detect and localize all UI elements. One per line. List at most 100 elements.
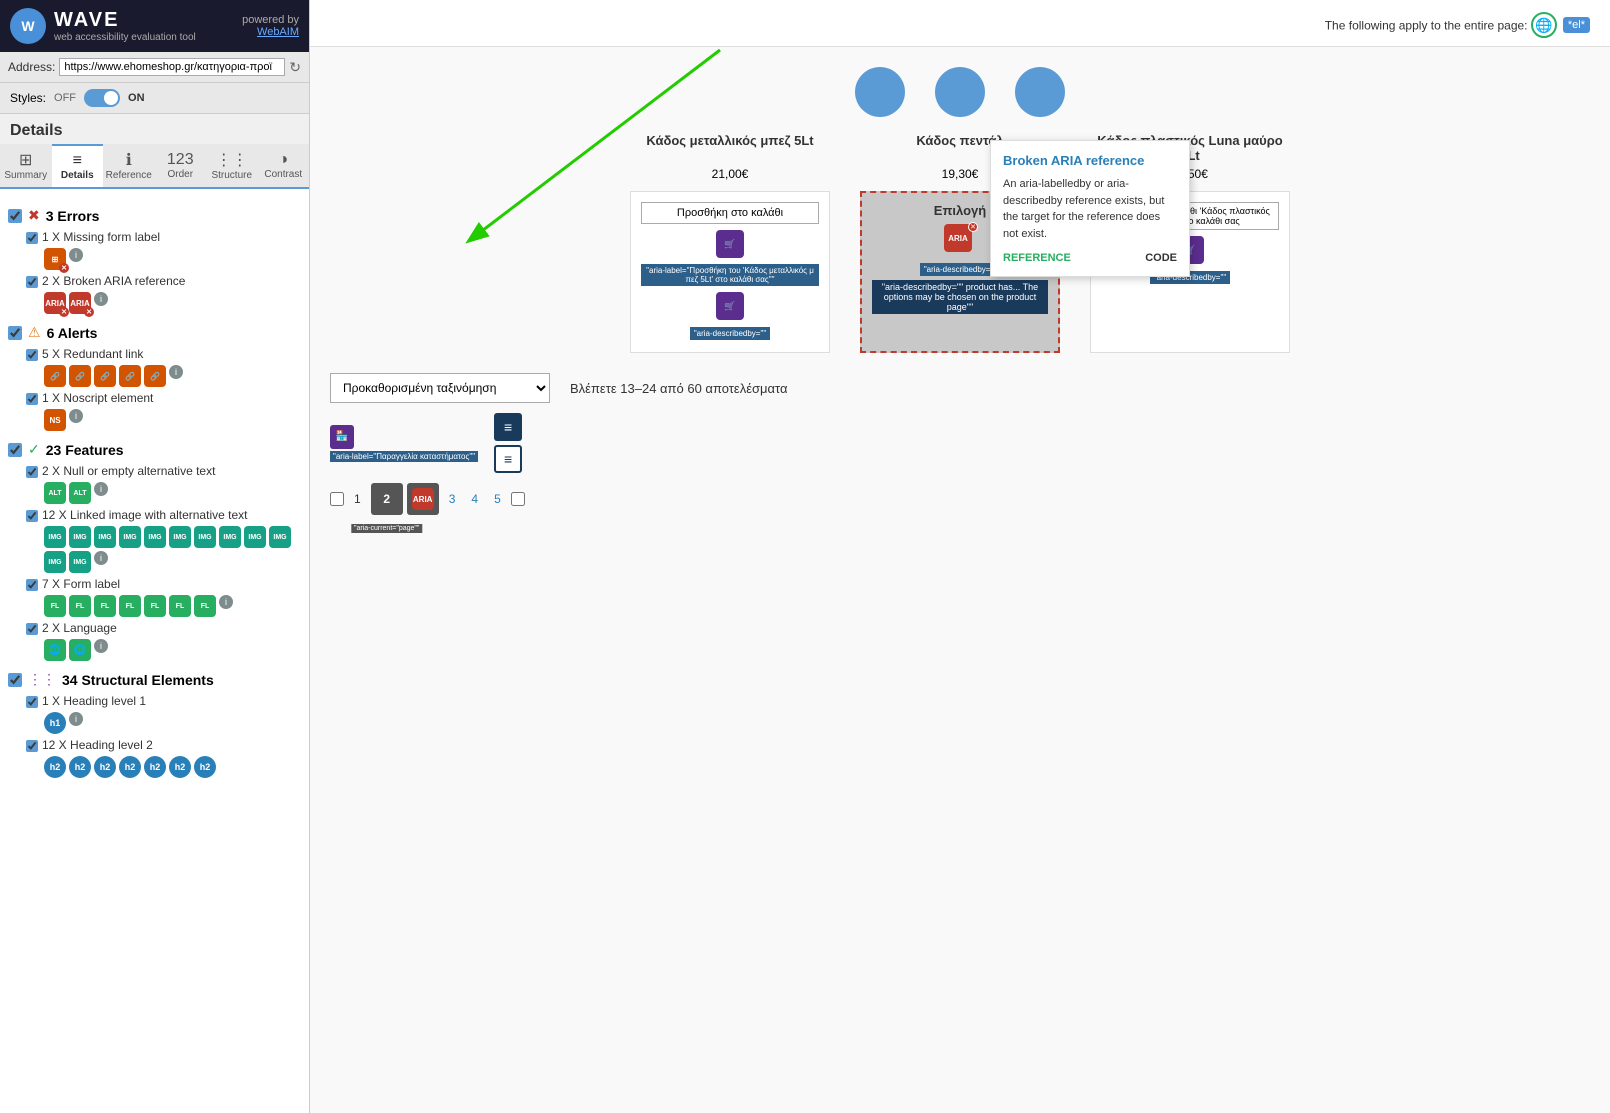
errors-checkbox[interactable] <box>8 209 22 223</box>
broken-aria-checkbox[interactable] <box>26 276 38 288</box>
tab-order[interactable]: 123 Order <box>155 144 207 187</box>
styles-label: Styles: <box>10 91 46 105</box>
webAIM-link[interactable]: WebAIM <box>257 26 299 38</box>
add-to-cart-btn-1[interactable]: Προσθήκη στο καλάθι <box>641 202 819 224</box>
rl-icon-1[interactable]: 🔗 <box>44 365 66 387</box>
h2-icon-1[interactable]: h2 <box>44 756 66 778</box>
list-icon-filled[interactable]: ≡ <box>494 413 522 441</box>
next-page-checkbox[interactable] <box>511 492 525 506</box>
wave-header: W WAVE web accessibility evaluation tool… <box>0 0 309 52</box>
li-icon-11[interactable]: IMG <box>44 551 66 573</box>
info-icon-fl[interactable]: i <box>219 595 233 609</box>
info-icon-h1[interactable]: i <box>69 712 83 726</box>
aria-icon-1[interactable]: ARIA✕ <box>44 292 66 314</box>
info-icon-noscript[interactable]: i <box>69 409 83 423</box>
thumb-circle-3 <box>1015 67 1065 117</box>
info-icon-missing[interactable]: i <box>69 248 83 262</box>
fl-icon-7[interactable]: FL <box>194 595 216 617</box>
styles-toggle[interactable] <box>84 89 120 107</box>
li-icon-6[interactable]: IMG <box>169 526 191 548</box>
tab-details[interactable]: ≡ Details <box>52 144 104 187</box>
h2-checkbox[interactable] <box>26 740 38 752</box>
li-icon-7[interactable]: IMG <box>194 526 216 548</box>
refresh-button[interactable]: ↻ <box>289 59 301 76</box>
rl-icon-3[interactable]: 🔗 <box>94 365 116 387</box>
form-icon[interactable]: ⊞✕ <box>44 248 66 270</box>
store-order-group: 🏪 "aria-label="Παραγγελία καταστήματος"" <box>330 425 478 462</box>
li-icon-9[interactable]: IMG <box>244 526 266 548</box>
noscript-checkbox[interactable] <box>26 393 38 405</box>
h2-icon-2[interactable]: h2 <box>69 756 91 778</box>
features-checkbox[interactable] <box>8 443 22 457</box>
rl-icon-5[interactable]: 🔗 <box>144 365 166 387</box>
missing-form-label-checkbox[interactable] <box>26 232 38 244</box>
aria-icon-2[interactable]: ARIA✕ <box>69 292 91 314</box>
features-section-header: ✓ 23 Features <box>8 441 301 458</box>
prev-page-checkbox[interactable] <box>330 492 344 506</box>
null-alt-icon-2[interactable]: ALT <box>69 482 91 504</box>
tab-structure[interactable]: ⋮⋮ Structure <box>206 144 258 187</box>
tab-summary[interactable]: ⊞ Summary <box>0 144 52 187</box>
li-icon-5[interactable]: IMG <box>144 526 166 548</box>
popup-code-link[interactable]: CODE <box>1145 252 1177 264</box>
sort-select[interactable]: Προκαθορισμένη ταξινόμηση <box>330 373 550 403</box>
contrast-icon: ◑ <box>260 151 308 169</box>
alerts-checkbox[interactable] <box>8 326 22 340</box>
li-icon-4[interactable]: IMG <box>119 526 141 548</box>
redundant-link-checkbox[interactable] <box>26 349 38 361</box>
results-count: Βλέπετε 13–24 από 60 αποτελέσματα <box>570 381 788 396</box>
info-icon-linked-img[interactable]: i <box>94 551 108 565</box>
store-icon[interactable]: 🏪 <box>330 425 354 449</box>
h1-icon[interactable]: h1 <box>44 712 66 734</box>
h2-icon-3[interactable]: h2 <box>94 756 116 778</box>
h2-icon-5[interactable]: h2 <box>144 756 166 778</box>
li-icon-3[interactable]: IMG <box>94 526 116 548</box>
list-icon-outline[interactable]: ≡ <box>494 445 522 473</box>
fl-icon-4[interactable]: FL <box>119 595 141 617</box>
li-icon-1[interactable]: IMG <box>44 526 66 548</box>
li-icon-2[interactable]: IMG <box>69 526 91 548</box>
address-input[interactable] <box>59 58 285 76</box>
page-4[interactable]: 4 <box>465 490 484 508</box>
page-3[interactable]: 3 <box>443 490 462 508</box>
li-icon-8[interactable]: IMG <box>219 526 241 548</box>
h1-checkbox[interactable] <box>26 696 38 708</box>
tab-reference[interactable]: ℹ Reference <box>103 144 155 187</box>
info-icon-rl[interactable]: i <box>169 365 183 379</box>
h2-icon-7[interactable]: h2 <box>194 756 216 778</box>
el-badge: *el* <box>1563 17 1590 33</box>
fl-icon-3[interactable]: FL <box>94 595 116 617</box>
fl-icon-6[interactable]: FL <box>169 595 191 617</box>
info-icon-null-alt[interactable]: i <box>94 482 108 496</box>
h2-icon-6[interactable]: h2 <box>169 756 191 778</box>
noscript-icon[interactable]: NS <box>44 409 66 431</box>
structural-checkbox[interactable] <box>8 673 22 687</box>
page-icon-placeholder: ARIA <box>407 483 439 515</box>
h2-icon-4[interactable]: h2 <box>119 756 141 778</box>
structural-count: 34 Structural Elements <box>62 672 214 688</box>
lang-icon-1[interactable]: 🌐 <box>44 639 66 661</box>
popup-reference-link[interactable]: REFERENCE <box>1003 252 1071 264</box>
rl-icon-4[interactable]: 🔗 <box>119 365 141 387</box>
styles-off-label: OFF <box>54 92 76 104</box>
fl-icon-1[interactable]: FL <box>44 595 66 617</box>
fl-icon-2[interactable]: FL <box>69 595 91 617</box>
fl-icon-5[interactable]: FL <box>144 595 166 617</box>
info-icon-lang[interactable]: i <box>94 639 108 653</box>
lang-icon-2[interactable]: 🌐 <box>69 639 91 661</box>
wave-logo: W <box>10 8 46 44</box>
tab-contrast[interactable]: ◑ Contrast <box>258 144 310 187</box>
linked-img-checkbox[interactable] <box>26 510 38 522</box>
li-icon-10[interactable]: IMG <box>269 526 291 548</box>
language-checkbox[interactable] <box>26 623 38 635</box>
info-icon-aria[interactable]: i <box>94 292 108 306</box>
null-alt-item: 2 X Null or empty alternative text <box>8 464 301 478</box>
product-card-1: Προσθήκη στο καλάθι 🛒 "aria-label="Προσθ… <box>630 191 830 353</box>
null-alt-icon-1[interactable]: ALT <box>44 482 66 504</box>
page-5[interactable]: 5 <box>488 490 507 508</box>
null-alt-checkbox[interactable] <box>26 466 38 478</box>
rl-icon-2[interactable]: 🔗 <box>69 365 91 387</box>
form-label-checkbox[interactable] <box>26 579 38 591</box>
li-icon-12[interactable]: IMG <box>69 551 91 573</box>
page-aria-icon[interactable]: ARIA <box>412 488 434 510</box>
